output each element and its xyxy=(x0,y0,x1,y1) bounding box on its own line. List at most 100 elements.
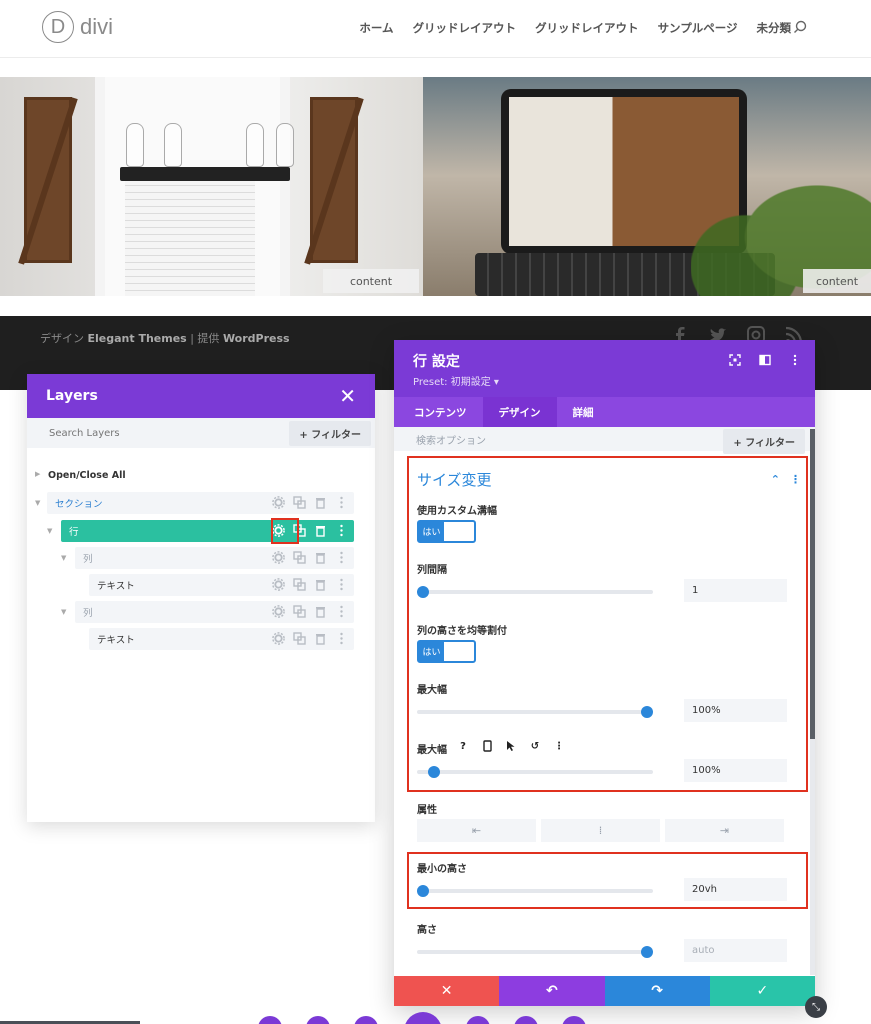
reset-icon[interactable]: ↺ xyxy=(528,739,542,753)
layer-row[interactable]: 行 xyxy=(61,520,354,542)
height-input[interactable]: auto xyxy=(684,939,787,962)
preset-dropdown[interactable]: Preset: 初期設定 ▾ xyxy=(413,373,499,388)
builder-toolbar-dot[interactable] xyxy=(562,1016,586,1024)
align-right-button[interactable]: ⇥ xyxy=(665,819,784,842)
layers-search-input[interactable] xyxy=(49,427,229,439)
max-width-slider-2[interactable] xyxy=(417,766,653,778)
builder-toolbar-main[interactable] xyxy=(404,1012,442,1024)
min-height-input[interactable]: 20vh xyxy=(684,878,787,901)
more-icon[interactable] xyxy=(335,632,348,645)
layer-section[interactable]: セクション xyxy=(47,492,354,514)
duplicate-icon[interactable] xyxy=(293,578,306,591)
more-icon[interactable] xyxy=(335,551,348,564)
nav-item-home[interactable]: ホーム xyxy=(359,20,393,36)
more-icon[interactable] xyxy=(335,578,348,591)
tab-design[interactable]: デザイン xyxy=(482,397,557,427)
footer-separator: | 提供 xyxy=(190,332,220,345)
logo-text: divi xyxy=(80,14,114,39)
layer-column-2[interactable]: 列 xyxy=(75,601,354,623)
close-icon[interactable]: ✕ xyxy=(339,384,356,408)
height-slider[interactable] xyxy=(417,946,653,958)
more-icon[interactable] xyxy=(335,496,348,509)
gutter-width-slider[interactable] xyxy=(417,586,653,598)
undo-button[interactable]: ↶ xyxy=(499,976,605,1006)
footer-wp-link[interactable]: WordPress xyxy=(223,332,290,345)
duplicate-icon[interactable] xyxy=(293,496,306,509)
device-icon[interactable] xyxy=(480,739,494,753)
caret-down-icon[interactable]: ▼ xyxy=(35,499,40,507)
custom-gutter-toggle[interactable]: はい xyxy=(417,520,476,543)
layer-column-1[interactable]: 列 xyxy=(75,547,354,569)
gear-icon[interactable] xyxy=(272,551,285,564)
max-width-slider[interactable] xyxy=(417,706,653,718)
trash-icon[interactable] xyxy=(314,578,327,591)
scrollbar-thumb[interactable] xyxy=(810,429,815,739)
bulb xyxy=(164,123,182,167)
slider-handle[interactable] xyxy=(641,946,653,958)
cancel-button[interactable]: ✕ xyxy=(394,976,500,1006)
redo-button[interactable]: ↷ xyxy=(604,976,710,1006)
trash-icon[interactable] xyxy=(314,524,327,537)
footer-brand-link[interactable]: Elegant Themes xyxy=(88,332,187,345)
gear-icon[interactable] xyxy=(272,605,285,618)
gear-icon[interactable] xyxy=(272,578,285,591)
more-icon[interactable] xyxy=(335,524,348,537)
resize-handle-icon[interactable]: ⤡ xyxy=(805,996,827,1018)
equal-height-toggle[interactable]: はい xyxy=(417,640,476,663)
layer-actions xyxy=(272,632,348,645)
modal-header: 行 設定 Preset: 初期設定 ▾ xyxy=(394,340,815,397)
tab-content[interactable]: コンテンツ xyxy=(398,397,483,427)
nav-item-grid-1[interactable]: グリッドレイアウト xyxy=(413,20,517,36)
more-icon[interactable] xyxy=(335,605,348,618)
builder-toolbar-dot[interactable] xyxy=(514,1016,538,1024)
help-icon[interactable]: ? xyxy=(456,739,470,753)
caret-down-icon[interactable]: ▼ xyxy=(61,608,66,616)
sizing-section-title[interactable]: サイズ変更 xyxy=(417,469,492,490)
options-filter-button[interactable]: + フィルター xyxy=(723,429,805,454)
slider-handle[interactable] xyxy=(417,586,429,598)
cursor-icon[interactable] xyxy=(504,739,518,753)
duplicate-icon[interactable] xyxy=(293,605,306,618)
duplicate-icon[interactable] xyxy=(293,551,306,564)
builder-toolbar-dot[interactable] xyxy=(306,1016,330,1024)
nav-item-uncategorized[interactable]: 未分類 xyxy=(757,20,792,36)
nav-item-sample[interactable]: サンプルページ xyxy=(658,20,738,36)
max-width-input[interactable]: 100% xyxy=(684,699,787,722)
layers-filter-button[interactable]: + フィルター xyxy=(289,420,371,446)
builder-toolbar-dot[interactable] xyxy=(466,1016,490,1024)
fullscreen-icon[interactable] xyxy=(729,354,741,366)
split-view-icon[interactable] xyxy=(759,354,771,366)
more-vertical-icon[interactable] xyxy=(789,354,801,366)
more-vertical-icon[interactable]: ⋮ xyxy=(790,473,801,486)
trash-icon[interactable] xyxy=(314,605,327,618)
builder-toolbar-dot[interactable] xyxy=(354,1016,378,1024)
tab-advanced[interactable]: 詳細 xyxy=(557,397,610,427)
slider-handle[interactable] xyxy=(641,706,653,718)
gear-icon[interactable] xyxy=(272,632,285,645)
more-vertical-icon[interactable]: ⋮ xyxy=(552,739,566,753)
align-center-button[interactable]: ⁞ xyxy=(541,819,660,842)
chevron-up-icon[interactable]: ⌃ xyxy=(771,473,780,486)
trash-icon[interactable] xyxy=(314,551,327,564)
options-search-bar[interactable]: 検索オプション + フィルター xyxy=(394,427,815,454)
gutter-width-input[interactable]: 1 xyxy=(684,579,787,602)
layer-text-2[interactable]: テキスト xyxy=(89,628,354,650)
hero-image-interior: content xyxy=(0,77,423,296)
trash-icon[interactable] xyxy=(314,496,327,509)
site-logo[interactable]: D divi xyxy=(42,11,113,43)
builder-toolbar-dot[interactable] xyxy=(258,1016,282,1024)
slider-handle[interactable] xyxy=(417,885,429,897)
open-close-all[interactable]: ▶ Open/Close All xyxy=(35,464,126,486)
save-button[interactable]: ✓ xyxy=(709,976,815,1006)
caret-down-icon[interactable]: ▼ xyxy=(61,554,66,562)
gear-icon[interactable] xyxy=(272,496,285,509)
nav-item-grid-2[interactable]: グリッドレイアウト xyxy=(535,20,639,36)
max-width-input-2[interactable]: 100% xyxy=(684,759,787,782)
min-height-slider[interactable] xyxy=(417,885,653,897)
caret-down-icon[interactable]: ▼ xyxy=(47,527,52,535)
search-icon[interactable] xyxy=(793,19,807,38)
layer-text-1[interactable]: テキスト xyxy=(89,574,354,596)
trash-icon[interactable] xyxy=(314,632,327,645)
align-left-button[interactable]: ⇤ xyxy=(417,819,536,842)
duplicate-icon[interactable] xyxy=(293,632,306,645)
